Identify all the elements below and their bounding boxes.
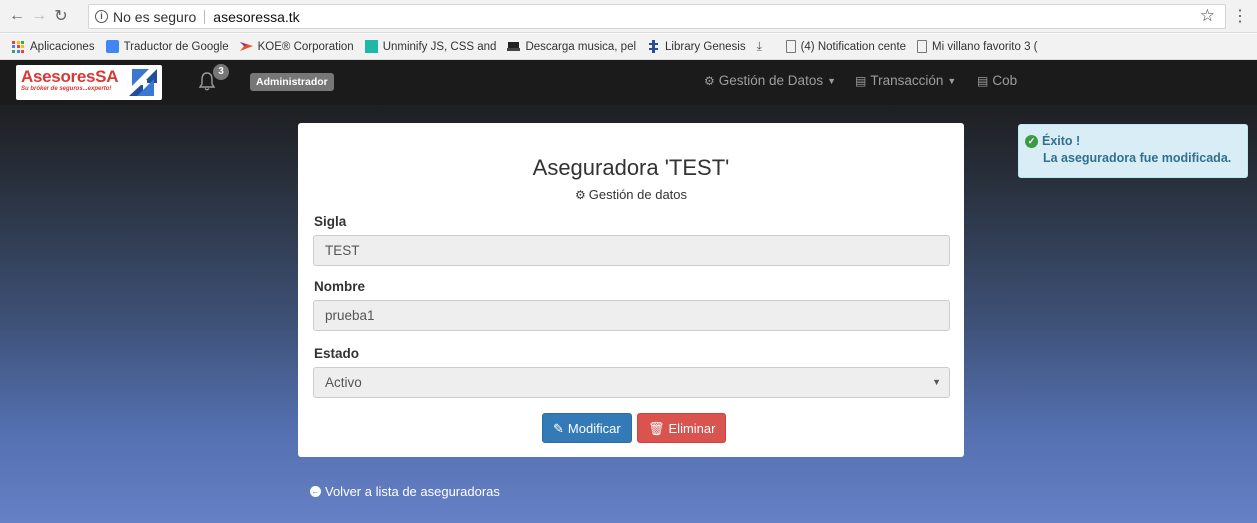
page-subtitle-text: Gestión de datos <box>588 187 688 202</box>
card-icon: ▤ <box>977 73 989 88</box>
brand-logo[interactable]: AsesoresSA Su bróker de seguros...expert… <box>16 65 162 100</box>
url-text[interactable]: asesoressa.tk <box>213 9 299 25</box>
modify-button-label: Modificar <box>567 421 621 436</box>
bookmark-unminify[interactable]: Unminify JS, CSS and <box>364 40 496 53</box>
page-title: Aseguradora 'TEST' <box>532 155 730 180</box>
caret-down-icon: ▼ <box>947 75 957 86</box>
back-to-list-label: Volver a lista de aseguradoras <box>325 484 500 499</box>
bookmark-koe[interactable]: KOE® Corporation <box>239 40 354 53</box>
forward-arrow-icon[interactable]: → <box>28 7 50 25</box>
bookmark-library-genesis[interactable]: Library Genesis <box>647 40 746 53</box>
edit-icon: ✎ <box>553 421 564 436</box>
caret-down-icon: ▼ <box>827 75 836 86</box>
page-subtitle: ⚙ Gestión de datos <box>298 187 964 202</box>
notification-count-badge: 3 <box>213 64 229 80</box>
aseguradora-form-card: Aseguradora 'TEST' ⚙ Gestión de datos Sig… <box>298 123 964 457</box>
info-icon[interactable]: i <box>95 10 108 23</box>
bookmark-traductor[interactable]: Traductor de Google <box>105 40 229 53</box>
app-viewport: AsesoresSA Su bróker de seguros...expert… <box>0 60 1257 523</box>
back-to-list-link[interactable]: ← Volver a lista de aseguradoras <box>310 484 500 499</box>
nombre-input[interactable]: prueba1 <box>313 300 950 331</box>
estado-label: Estado <box>314 346 360 361</box>
nav-cobranza-label: Cob <box>992 73 1018 88</box>
address-bar[interactable]: i No es seguro asesoressa.tk ☆ <box>88 4 1226 29</box>
koe-icon <box>239 40 253 53</box>
nombre-label: Nombre <box>314 279 366 294</box>
translate-icon <box>105 40 119 53</box>
browser-menu-icon[interactable]: ⋮ <box>1232 6 1248 26</box>
back-arrow-icon[interactable]: ← <box>6 7 28 25</box>
nav-transaccion-label: Transacción <box>870 73 944 88</box>
toast-message: La aseguradora fue modificada. <box>1043 151 1232 165</box>
reload-icon[interactable]: ↻ <box>50 6 72 26</box>
success-toast[interactable]: ✓ Éxito ! La aseguradora fue modificada. <box>1018 124 1248 178</box>
nav-cobranza[interactable]: ▤ Cob <box>977 73 1017 88</box>
library-icon <box>647 40 660 53</box>
apps-icon <box>12 40 24 53</box>
modify-button[interactable]: ✎ Modificar <box>542 413 632 443</box>
bookmark-download[interactable]: ⤓ <box>757 40 775 53</box>
circle-arrow-left-icon: ← <box>310 486 321 497</box>
role-badge: Administrador <box>250 73 334 91</box>
unminify-icon <box>364 40 378 53</box>
select-arrow-icon: ▼ <box>932 377 941 387</box>
toast-title: Éxito ! <box>1042 134 1081 148</box>
download-icon: ⤓ <box>756 39 762 53</box>
bookmarks-bar: Aplicaciones Traductor de Google KOE® Co… <box>0 34 1257 60</box>
bookmark-notification-center[interactable]: (4) Notification cente <box>785 40 906 53</box>
check-circle-icon: ✓ <box>1025 134 1038 148</box>
nav-gestion-datos[interactable]: ⚙ Gestión de Datos ▼ <box>704 73 836 88</box>
bookmark-star-icon[interactable]: ☆ <box>1200 6 1215 26</box>
address-separator <box>204 9 206 24</box>
delete-button-label: Eliminar <box>668 421 716 436</box>
security-label[interactable]: No es seguro <box>113 9 196 25</box>
nav-gestion-datos-label: Gestión de Datos <box>718 73 824 88</box>
estado-selected-value: Activo <box>325 375 362 390</box>
page-icon <box>785 40 796 53</box>
trash-icon: 🗑 <box>648 421 665 436</box>
download-site-icon <box>507 40 521 53</box>
gear-icon: ⚙ <box>704 73 715 88</box>
list-icon: ▤ <box>855 73 867 88</box>
bookmark-aplicaciones[interactable]: Aplicaciones <box>12 40 95 53</box>
sigla-input[interactable]: TEST <box>313 235 950 266</box>
sigla-label: Sigla <box>314 214 347 229</box>
logo-emblem-icon <box>129 69 157 96</box>
estado-select[interactable]: Activo ▼ <box>313 367 950 398</box>
nav-transaccion[interactable]: ▤ Transacción ▼ <box>855 73 956 88</box>
bookmark-mi-villano[interactable]: Mi villano favorito 3 ( <box>917 40 1038 53</box>
browser-toolbar: ← → ↻ i No es seguro asesoressa.tk ☆ ⋮ <box>0 0 1257 33</box>
gear-icon: ⚙ <box>574 188 586 202</box>
page-icon <box>917 40 928 53</box>
delete-button[interactable]: 🗑 Eliminar <box>637 413 727 443</box>
top-navbar: AsesoresSA Su bróker de seguros...expert… <box>0 60 1257 105</box>
bookmark-descarga[interactable]: Descarga musica, pel <box>507 40 636 53</box>
